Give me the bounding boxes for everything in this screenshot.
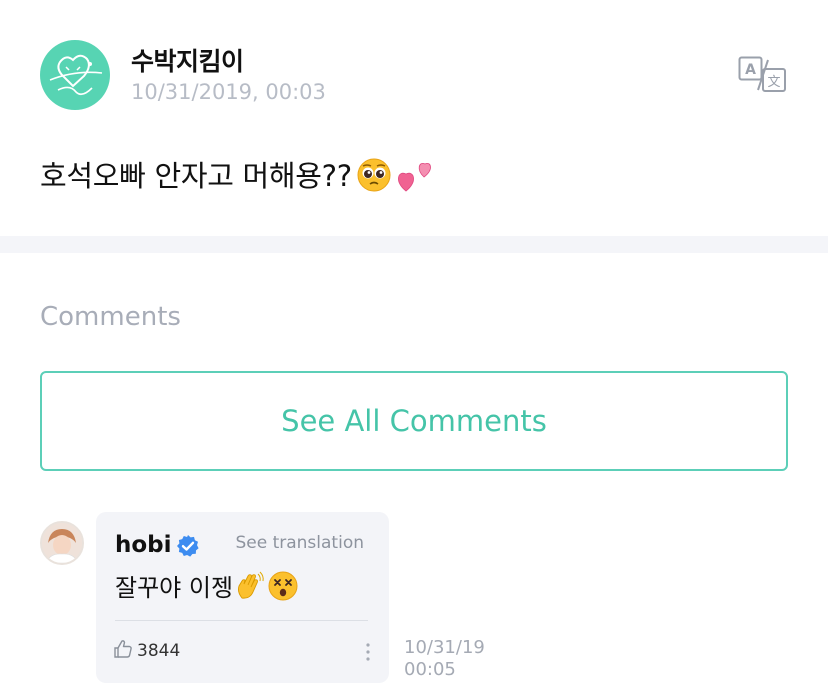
like-button[interactable]: 3844 [113, 639, 180, 663]
two-hearts-icon [396, 155, 440, 202]
comment-text-content: 잘꾸야 이젱 [115, 574, 234, 602]
comment-text: 잘꾸야 이젱 [115, 568, 299, 608]
post-header: 수박지킴이 10/31/2019, 00:03 A 文 [40, 40, 788, 112]
comment-timestamp: 10/31/19 00:05 [404, 637, 485, 681]
section-divider [0, 236, 828, 253]
verified-badge-icon [176, 534, 200, 558]
comment-date: 10/31/19 [404, 637, 485, 658]
comment-bubble: hobi See translation 잘꾸야 이젱 3844 [96, 512, 389, 683]
author-avatar[interactable] [40, 40, 110, 110]
comment-item: hobi See translation 잘꾸야 이젱 3844 10/31/1… [40, 512, 788, 700]
thumbs-up-icon [113, 639, 133, 663]
svg-text:A: A [745, 62, 756, 78]
author-name[interactable]: 수박지킴이 [131, 42, 244, 78]
translate-icon[interactable]: A 文 [738, 56, 788, 94]
more-options-icon[interactable] [365, 642, 371, 662]
like-count: 3844 [137, 641, 181, 661]
comment-author[interactable]: hobi [115, 532, 172, 558]
post-text: 호석오빠 안자고 머해용?? [40, 153, 440, 202]
comment-divider [115, 620, 368, 621]
post-text-content: 호석오빠 안자고 머해용?? [40, 159, 352, 193]
see-translation-link[interactable]: See translation [235, 533, 364, 553]
waving-hand-icon [233, 570, 265, 608]
svg-text:文: 文 [767, 75, 780, 90]
commenter-avatar[interactable] [40, 521, 84, 565]
comment-time: 00:05 [404, 659, 456, 680]
pleading-face-icon [356, 157, 392, 200]
post-timestamp: 10/31/2019, 00:03 [131, 80, 326, 104]
avatar-doodle-icon [49, 54, 103, 96]
see-all-comments-button[interactable]: See All Comments [40, 371, 788, 471]
comments-heading: Comments [40, 302, 181, 332]
dizzy-face-icon [267, 570, 299, 608]
